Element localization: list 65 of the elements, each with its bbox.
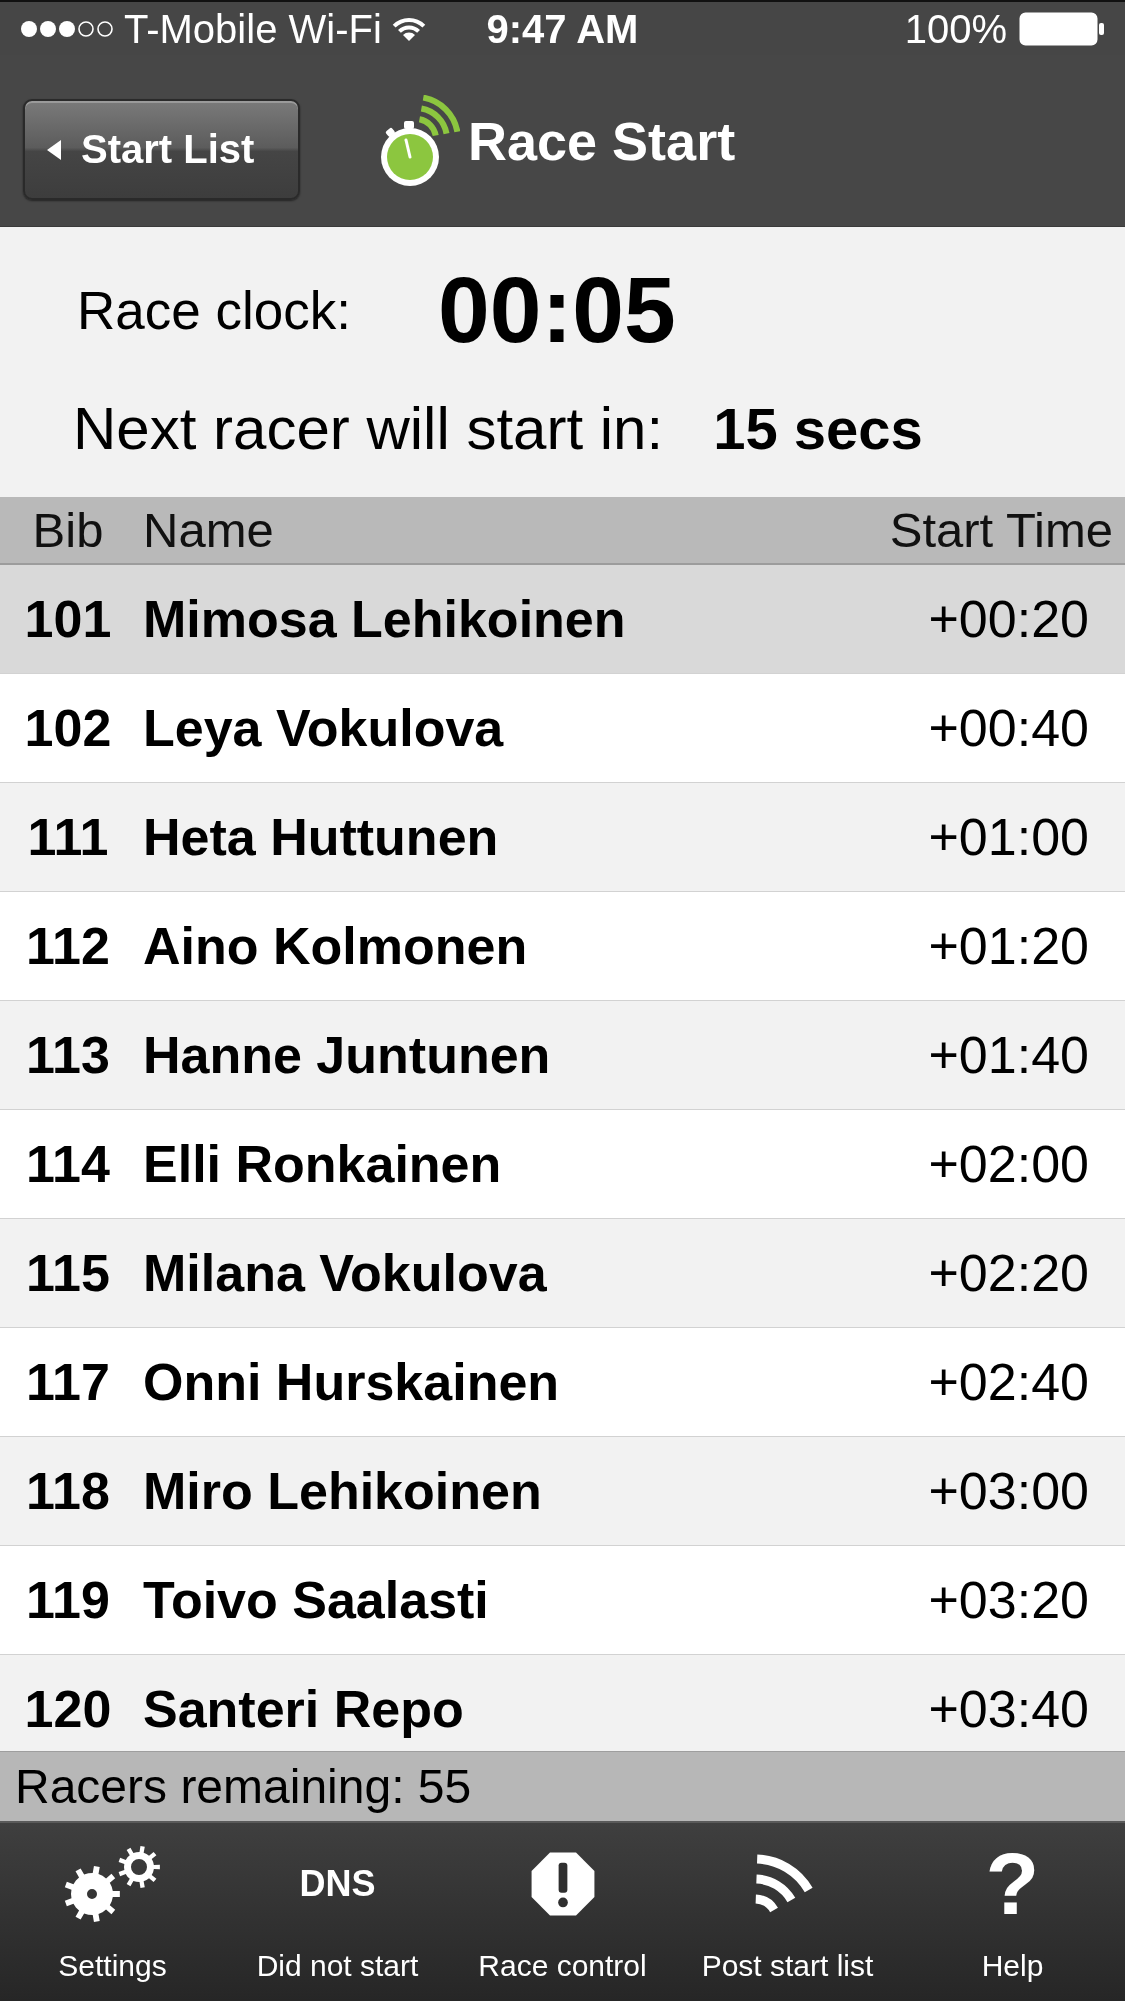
dns-icon: DNS bbox=[299, 1864, 376, 1904]
stopwatch-icon bbox=[380, 94, 460, 187]
racer-row[interactable]: 102 Leya Vokulova +00:40 bbox=[0, 674, 1125, 783]
bib-cell-text: 113 bbox=[25, 1025, 111, 1085]
race-clock-label: Race clock: bbox=[77, 279, 351, 341]
name-cell-text: Milana Vokulova bbox=[143, 1243, 548, 1303]
racer-row[interactable]: 112 Aino Kolmonen +01:20 bbox=[0, 892, 1125, 1001]
column-header: Start Time bbox=[889, 502, 1113, 558]
name-cell-text: Aino Kolmonen bbox=[143, 916, 529, 976]
start-time-cell: +01:20 bbox=[928, 916, 1089, 976]
battery-percent: 100% bbox=[904, 6, 1007, 51]
start-time-cell: +01:40 bbox=[928, 1025, 1089, 1085]
column-header: Name bbox=[143, 502, 275, 558]
back-button[interactable]: Start List bbox=[23, 99, 300, 200]
battery-icon bbox=[1019, 11, 1105, 46]
bib-cell-text: 111 bbox=[26, 807, 110, 867]
start-time-cell: +02:20 bbox=[928, 1243, 1089, 1303]
bib-cell-text: 114 bbox=[25, 1134, 111, 1194]
name-cell-text: Elli Ronkainen bbox=[143, 1134, 503, 1194]
status-time: 9:47 AM bbox=[486, 6, 639, 51]
racer-row[interactable]: 101 Mimosa Lehikoinen +00:20 bbox=[0, 565, 1125, 674]
name-cell-text: Onni Hurskainen bbox=[143, 1352, 561, 1412]
wifi-icon bbox=[391, 15, 426, 42]
bib-cell-text: 115 bbox=[25, 1243, 111, 1303]
start-time-cell: +03:40 bbox=[928, 1679, 1089, 1739]
name-cell-text: Toivo Saalasti bbox=[143, 1570, 490, 1630]
caret-icon bbox=[47, 139, 61, 160]
toolbar-button[interactable]: DNS Did not start bbox=[225, 1823, 450, 2001]
name-cell-text: Miro Lehikoinen bbox=[143, 1461, 543, 1521]
racers-remaining-label: Racers remaining: 55 bbox=[15, 1759, 472, 1814]
bib-cell-text: 119 bbox=[25, 1570, 111, 1630]
start-time-cell: +02:00 bbox=[928, 1134, 1089, 1194]
toolbar-button[interactable]: ? Help bbox=[900, 1823, 1125, 2001]
toolbar-button[interactable]: Post start list bbox=[675, 1823, 900, 2001]
race-clock-value: 00:05 bbox=[437, 256, 676, 364]
column-header: Bib bbox=[31, 502, 105, 558]
start-time-cell: +03:20 bbox=[928, 1570, 1089, 1630]
toolbar-button[interactable]: Race control bbox=[450, 1823, 675, 2001]
name-cell-text: Mimosa Lehikoinen bbox=[143, 589, 627, 649]
start-time-cell: +00:40 bbox=[928, 698, 1089, 758]
bib-cell-text: 102 bbox=[23, 698, 113, 758]
racer-row[interactable]: 117 Onni Hurskainen +02:40 bbox=[0, 1328, 1125, 1437]
next-start-countdown: 15 secs bbox=[713, 394, 923, 462]
carrier-label: T-Mobile Wi-Fi bbox=[124, 6, 382, 51]
gears-icon bbox=[63, 1846, 162, 1922]
racer-row[interactable]: 119 Toivo Saalasti +03:20 bbox=[0, 1546, 1125, 1655]
bib-cell-text: 120 bbox=[23, 1679, 113, 1739]
bib-cell-text: 101 bbox=[23, 589, 113, 649]
start-time-cell: +02:40 bbox=[928, 1352, 1089, 1412]
bib-cell-text: 118 bbox=[25, 1461, 111, 1521]
start-time-cell: +01:00 bbox=[928, 807, 1089, 867]
name-cell-text: Santeri Repo bbox=[143, 1679, 465, 1739]
start-time-cell: +00:20 bbox=[928, 589, 1089, 649]
toolbar-button[interactable]: Settings bbox=[0, 1823, 225, 2001]
name-cell-text: Hanne Juntunen bbox=[143, 1025, 552, 1085]
bib-cell-text: 112 bbox=[25, 916, 111, 976]
signal-icon bbox=[20, 19, 114, 38]
name-cell-text: Leya Vokulova bbox=[143, 698, 505, 758]
bib-cell-text: 117 bbox=[25, 1352, 111, 1412]
name-cell-text: Heta Huttunen bbox=[143, 807, 500, 867]
racer-row[interactable]: 114 Elli Ronkainen +02:00 bbox=[0, 1110, 1125, 1219]
start-time-cell: +03:00 bbox=[928, 1461, 1089, 1521]
next-start-label: Next racer will start in: bbox=[73, 393, 664, 463]
screen-title: Race Start bbox=[468, 109, 736, 172]
question-mark-icon: ? bbox=[985, 1846, 1040, 1922]
